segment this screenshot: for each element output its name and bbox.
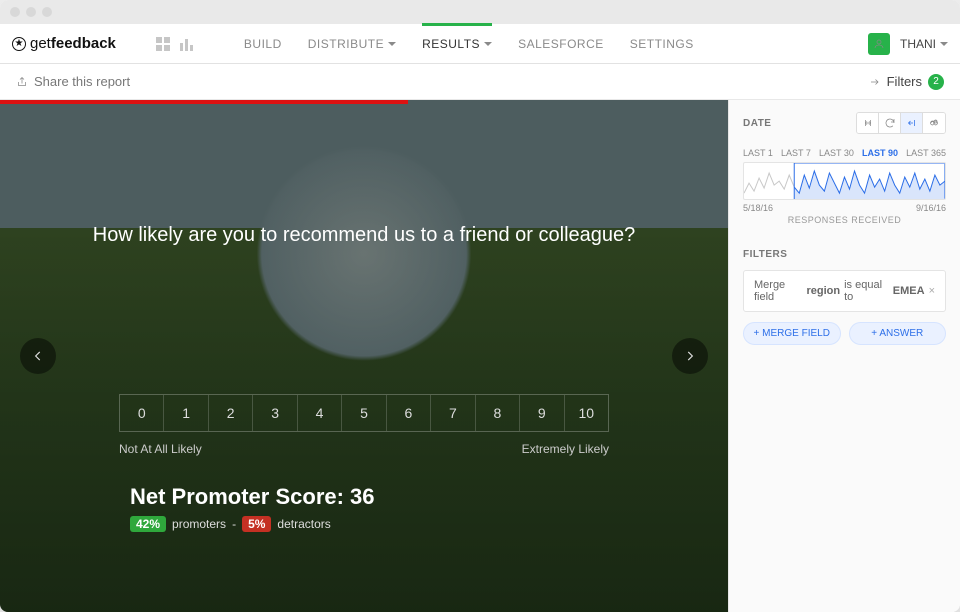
scale-high-label: Extremely Likely — [522, 442, 609, 456]
promoters-word: promoters — [172, 517, 226, 531]
chevron-down-icon — [484, 42, 492, 50]
add-merge-field-button[interactable]: + MERGE FIELD — [743, 322, 841, 345]
traffic-light-close[interactable] — [10, 7, 20, 17]
window-titlebar — [0, 0, 960, 24]
chevron-down-icon — [940, 42, 948, 50]
nps-label-5[interactable]: 5 — [342, 395, 386, 431]
star-icon: ★ — [12, 37, 26, 51]
filters-toggle[interactable]: Filters 2 — [869, 74, 944, 90]
range-last1[interactable]: LAST 1 — [743, 148, 773, 158]
top-nav: ★ getfeedback BUILD DISTRIBUTE RESULTS S… — [0, 24, 960, 64]
spark-end-date: 9/16/16 — [916, 203, 946, 213]
date-nav-controls — [856, 112, 946, 134]
detractors-pct: 5% — [242, 516, 271, 532]
filter-prefix: Merge field — [754, 279, 802, 303]
remove-filter-icon[interactable]: × — [929, 285, 935, 297]
date-infinity-icon[interactable] — [923, 113, 945, 133]
filter-chip: Merge field region is equal to EMEA × — [743, 270, 946, 312]
person-icon — [873, 38, 885, 50]
filters-count-badge: 2 — [928, 74, 944, 90]
date-heading: DATE — [743, 118, 771, 129]
nav-distribute[interactable]: DISTRIBUTE — [308, 25, 396, 63]
user-menu[interactable]: THANI — [900, 37, 948, 51]
user-avatar[interactable] — [868, 33, 890, 55]
nps-label-7[interactable]: 7 — [431, 395, 475, 431]
chevron-right-icon — [683, 349, 697, 363]
range-last90[interactable]: LAST 90 — [862, 148, 898, 158]
question-text: How likely are you to recommend us to a … — [0, 224, 728, 247]
detractors-word: detractors — [277, 517, 330, 531]
traffic-light-max[interactable] — [42, 7, 52, 17]
sub-nav: Share this report Filters 2 — [0, 64, 960, 100]
spark-start-date: 5/18/16 — [743, 203, 773, 213]
filter-mid: is equal to — [844, 279, 889, 303]
brand-bold: feedback — [51, 35, 116, 52]
nav-build[interactable]: BUILD — [244, 25, 282, 63]
nps-label-1[interactable]: 1 — [164, 395, 208, 431]
responses-sparkline[interactable] — [743, 162, 946, 200]
range-last7[interactable]: LAST 7 — [781, 148, 811, 158]
range-last30[interactable]: LAST 30 — [819, 148, 854, 158]
sep: - — [232, 517, 236, 531]
nps-score-title: Net Promoter Score: 36 — [130, 484, 728, 510]
spark-label: RESPONSES RECEIVED — [743, 215, 946, 225]
nav-settings[interactable]: SETTINGS — [630, 25, 694, 63]
nps-score-block: Net Promoter Score: 36 42% promoters - 5… — [130, 484, 728, 532]
nps-label-3[interactable]: 3 — [253, 395, 297, 431]
filter-value: EMEA — [893, 285, 925, 297]
chevron-down-icon — [388, 42, 396, 50]
promoters-pct: 42% — [130, 516, 166, 532]
add-answer-filter-button[interactable]: + ANSWER — [849, 322, 947, 345]
nps-label-2[interactable]: 2 — [209, 395, 253, 431]
nps-chart: 012345678910 Not At All Likely Extremely… — [119, 299, 609, 456]
chart-view-icon[interactable] — [180, 37, 194, 51]
chevron-left-icon — [31, 349, 45, 363]
range-last365[interactable]: LAST 365 — [906, 148, 946, 158]
nps-label-0[interactable]: 0 — [120, 395, 164, 431]
share-icon — [16, 76, 28, 88]
nps-label-8[interactable]: 8 — [476, 395, 520, 431]
date-fit-icon[interactable] — [857, 113, 879, 133]
filters-heading: FILTERS — [743, 249, 946, 260]
brand-prefix: get — [30, 35, 51, 52]
results-hero: How likely are you to recommend us to a … — [0, 100, 728, 612]
side-panel: DATE LAST 1 LAST 7 LAST 30 LAST 90 LAST … — [728, 100, 960, 612]
nav-salesforce[interactable]: SALESFORCE — [518, 25, 604, 63]
segment-bar — [0, 100, 408, 104]
arrow-right-icon — [869, 76, 881, 88]
date-back-icon[interactable] — [901, 113, 923, 133]
share-label: Share this report — [34, 74, 130, 89]
nps-label-10[interactable]: 10 — [565, 395, 608, 431]
nav-results[interactable]: RESULTS — [422, 25, 492, 63]
filter-field: region — [806, 285, 840, 297]
next-question-button[interactable] — [672, 338, 708, 374]
scale-low-label: Not At All Likely — [119, 442, 202, 456]
nps-label-6[interactable]: 6 — [387, 395, 431, 431]
nps-label-4[interactable]: 4 — [298, 395, 342, 431]
grid-view-icon[interactable] — [156, 37, 170, 51]
prev-question-button[interactable] — [20, 338, 56, 374]
nps-label-9[interactable]: 9 — [520, 395, 564, 431]
date-refresh-icon[interactable] — [879, 113, 901, 133]
traffic-light-min[interactable] — [26, 7, 36, 17]
date-range-presets: LAST 1 LAST 7 LAST 30 LAST 90 LAST 365 — [743, 148, 946, 158]
filters-label: Filters — [887, 74, 922, 89]
share-report-button[interactable]: Share this report — [16, 74, 130, 89]
brand-logo[interactable]: ★ getfeedback — [12, 35, 116, 52]
